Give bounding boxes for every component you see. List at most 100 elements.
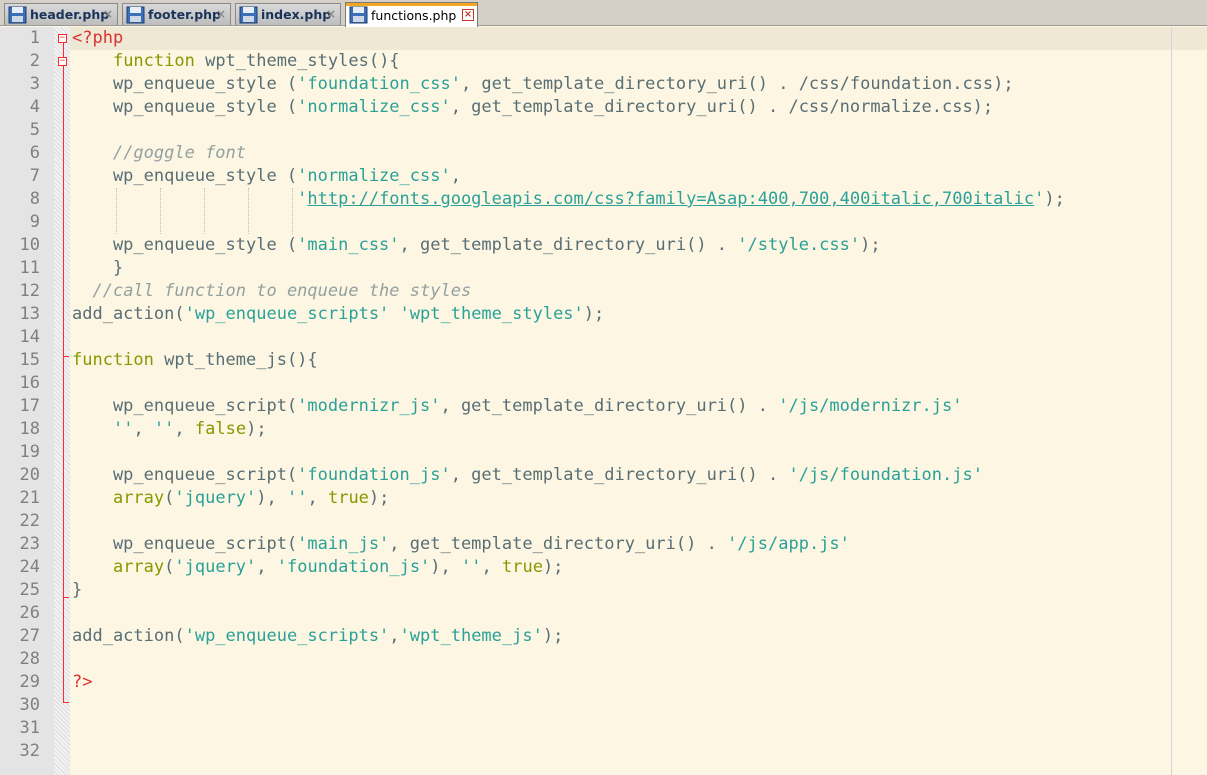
fold-branch xyxy=(63,597,69,598)
code-token: , xyxy=(307,488,328,508)
tab-label: footer.php xyxy=(148,7,221,22)
line-number: 29 xyxy=(19,672,40,692)
code-token[interactable]: http://fonts.googleapis.com/css?family=A… xyxy=(307,189,1034,209)
code-line: wp_enqueue_script('foundation_js', get_t… xyxy=(72,464,983,487)
code-token: wp_enqueue_script( xyxy=(72,396,298,416)
line-number: 12 xyxy=(19,281,40,301)
tab-index-php[interactable]: index.php × xyxy=(235,3,341,25)
code-token: ( xyxy=(164,557,175,577)
code-token: wpt_theme_styles(){ xyxy=(194,51,400,71)
line-number: 22 xyxy=(19,511,40,531)
fold-end xyxy=(63,702,69,703)
line-number: 17 xyxy=(19,396,40,416)
line-number: 6 xyxy=(29,143,40,163)
code-token: ( xyxy=(164,488,175,508)
code-line: //goggle font xyxy=(72,142,246,165)
line-number: 21 xyxy=(19,488,40,508)
code-token: 'wp_enqueue_scripts' xyxy=(184,304,390,324)
code-token: function xyxy=(112,51,195,71)
code-token: false xyxy=(194,419,247,439)
code-token: , xyxy=(450,166,461,186)
code-token: true xyxy=(501,557,543,577)
line-number: 23 xyxy=(19,534,40,554)
code-token: ); xyxy=(542,626,564,646)
code-token: array xyxy=(112,488,165,508)
line-number: 9 xyxy=(29,212,40,232)
fold-collapse-icon[interactable]: − xyxy=(58,57,67,66)
code-token: 'modernizr_js' xyxy=(297,396,441,416)
code-token: '/js/app.js' xyxy=(727,534,850,554)
close-icon[interactable]: × xyxy=(102,8,114,20)
code-token: , xyxy=(481,557,502,577)
code-token: wp_enqueue_style ( xyxy=(72,97,298,117)
code-token: 'wpt_theme_styles' xyxy=(399,304,584,324)
line-number: 31 xyxy=(19,718,40,738)
code-token: 'normalize_css' xyxy=(297,97,451,117)
code-line: function wpt_theme_js(){ xyxy=(72,349,318,372)
line-number: 7 xyxy=(29,166,40,186)
tab-functions-php[interactable]: functions.php × xyxy=(345,2,478,27)
line-number: 3 xyxy=(29,74,40,94)
code-line: wp_enqueue_style ('normalize_css', get_t… xyxy=(72,96,993,119)
code-line: wp_enqueue_style ('foundation_css', get_… xyxy=(72,73,1014,96)
code-token: ); xyxy=(583,304,605,324)
code-token: '/js/foundation.js' xyxy=(788,465,983,485)
code-token: '' xyxy=(112,419,134,439)
line-number: 2 xyxy=(29,51,40,71)
code-token: ); xyxy=(368,488,390,508)
line-number: 8 xyxy=(29,189,40,209)
close-icon[interactable]: × xyxy=(462,9,474,21)
code-line: '', '', false); xyxy=(72,418,267,441)
code-token: , xyxy=(174,419,195,439)
fold-collapse-icon[interactable]: − xyxy=(58,34,67,43)
code-token: , get_template_directory_uri() . xyxy=(450,465,789,485)
tab-footer-php[interactable]: footer.php × xyxy=(122,3,231,25)
code-token: , get_template_directory_uri() . /css/fo… xyxy=(460,74,1014,94)
code-line: array('jquery'), '', true); xyxy=(72,487,389,510)
tab-label: header.php xyxy=(30,7,110,22)
fold-line xyxy=(63,66,64,703)
line-number: 24 xyxy=(19,557,40,577)
code-token: ?> xyxy=(72,672,93,692)
line-number: 11 xyxy=(19,258,40,278)
line-number: 30 xyxy=(19,695,40,715)
code-token: true xyxy=(327,488,369,508)
code-token: } xyxy=(72,258,124,278)
code-token: wp_enqueue_style ( xyxy=(72,166,298,186)
current-line-highlight xyxy=(70,27,1207,50)
code-line: <?php xyxy=(72,27,123,50)
code-editor[interactable]: 1 2 3 4 5 6 7 8 9 10 11 12 13 14 15 16 17 18 19 20 21 22 23 24 2… xyxy=(0,27,1207,775)
code-line: wp_enqueue_script('main_js', get_templat… xyxy=(72,533,850,556)
line-number: 13 xyxy=(19,304,40,324)
code-token: 'main_css' xyxy=(297,235,400,255)
line-number: 4 xyxy=(29,97,40,117)
line-number: 28 xyxy=(19,649,40,669)
code-token: '' xyxy=(153,419,175,439)
code-token: 'foundation_js' xyxy=(276,557,431,577)
code-token: array xyxy=(112,557,165,577)
code-token: <?php xyxy=(72,28,124,48)
tab-label: functions.php xyxy=(371,7,457,23)
tab-header-php[interactable]: header.php × xyxy=(4,3,118,25)
close-icon[interactable]: × xyxy=(325,8,337,20)
code-token: , get_template_directory_uri() . xyxy=(389,534,728,554)
code-line: ?> xyxy=(72,671,92,694)
line-number: 18 xyxy=(19,419,40,439)
code-line: add_action('wp_enqueue_scripts' 'wpt_the… xyxy=(72,303,604,326)
close-icon[interactable]: × xyxy=(215,8,227,20)
code-token: 'foundation_js' xyxy=(297,465,451,485)
code-token: add_action( xyxy=(72,626,185,646)
code-token: , xyxy=(133,419,154,439)
code-line: add_action('wp_enqueue_scripts','wpt_the… xyxy=(72,625,563,648)
save-file-icon xyxy=(126,6,145,24)
code-line: } xyxy=(72,579,82,602)
line-number: 14 xyxy=(19,327,40,347)
code-token: function xyxy=(72,350,154,370)
code-token: 'jquery' xyxy=(174,557,257,577)
code-token: //goggle font xyxy=(112,143,247,163)
code-line: wp_enqueue_style ('main_css', get_templa… xyxy=(72,234,881,257)
